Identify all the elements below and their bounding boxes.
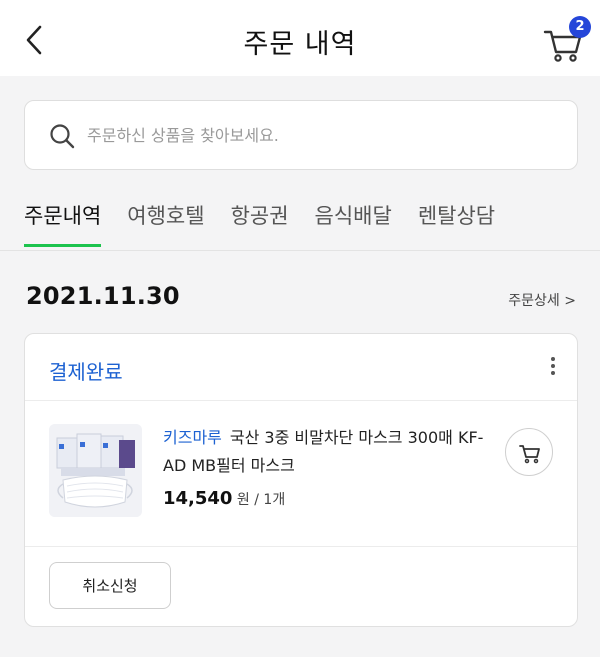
order-status: 결제완료 bbox=[49, 360, 123, 384]
more-options-button[interactable] bbox=[543, 354, 563, 382]
price-suffix: 원 / 1개 bbox=[232, 492, 286, 508]
cart-count-badge: 2 bbox=[569, 16, 591, 38]
product-price: 14,540 bbox=[163, 488, 233, 509]
cart-icon bbox=[519, 445, 540, 464]
mask-box-image bbox=[49, 424, 142, 517]
more-vert-icon bbox=[551, 357, 555, 361]
page-title: 주문 내역 bbox=[243, 29, 357, 60]
tab-orders[interactable]: 주문내역 bbox=[24, 196, 102, 250]
order-card: 결제완료 키즈마루 국산 3중 비말차단 마스크 300매 KF-AD MB필터 … bbox=[24, 333, 578, 627]
divider bbox=[25, 546, 577, 547]
add-to-cart-button[interactable] bbox=[505, 428, 553, 476]
search-input[interactable] bbox=[87, 101, 557, 169]
price-line: 14,540 원 / 1개 bbox=[163, 488, 493, 509]
cancel-request-button[interactable]: 취소신청 bbox=[49, 562, 171, 609]
search-icon bbox=[50, 124, 75, 149]
top-app-bar: 주문 내역 2 bbox=[0, 0, 600, 76]
divider bbox=[25, 400, 577, 401]
tab-divider bbox=[0, 250, 600, 251]
product-thumbnail[interactable] bbox=[49, 424, 142, 517]
product-info[interactable]: 키즈마루 국산 3중 비말차단 마스크 300매 KF-AD MB필터 마스크 1… bbox=[163, 424, 493, 509]
order-detail-link[interactable]: 주문상세 > bbox=[508, 290, 576, 310]
tab-rental-consult[interactable]: 렌탈상담 bbox=[418, 196, 495, 250]
product-brand: 키즈마루 bbox=[163, 428, 222, 447]
cart-button[interactable]: 2 bbox=[542, 16, 592, 62]
search-bar[interactable] bbox=[24, 100, 578, 170]
tab-flights[interactable]: 항공권 bbox=[231, 196, 289, 250]
order-date: 2021.11.30 bbox=[26, 282, 180, 310]
tab-food-delivery[interactable]: 음식배달 bbox=[315, 196, 392, 250]
category-tabs: 주문내역 여행호텔 항공권 음식배달 렌탈상담 bbox=[24, 196, 521, 250]
tab-travel-hotel[interactable]: 여행호텔 bbox=[127, 196, 204, 250]
product-name: 키즈마루 국산 3중 비말차단 마스크 300매 KF-AD MB필터 마스크 bbox=[163, 424, 493, 480]
